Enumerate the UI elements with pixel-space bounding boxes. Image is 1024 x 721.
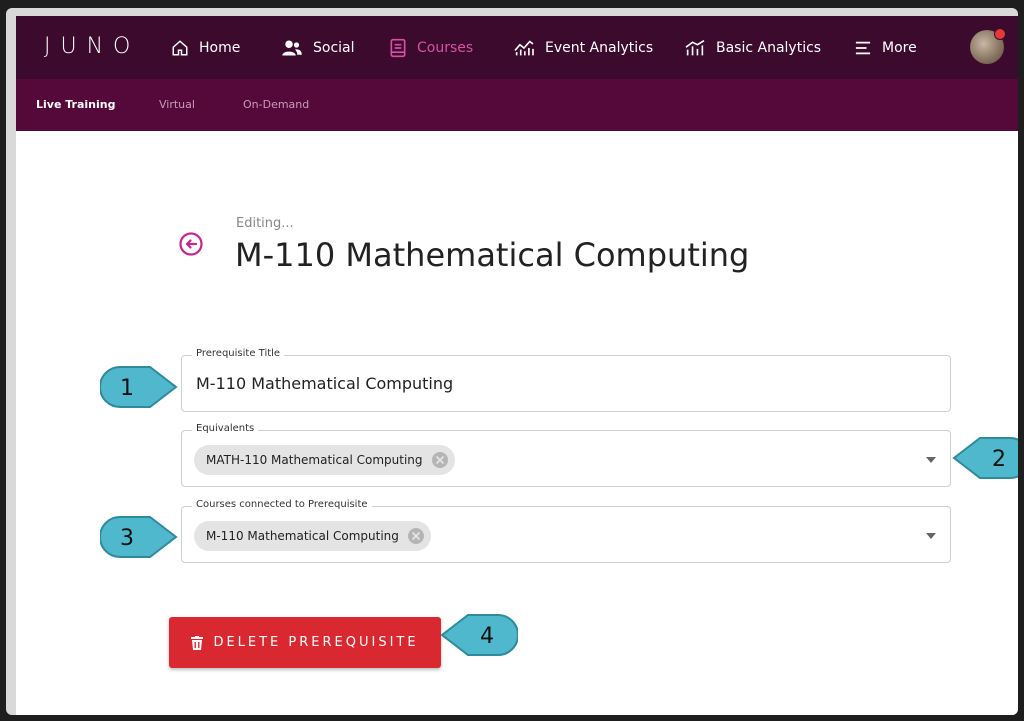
callout-4: 4	[440, 614, 518, 656]
nav-basic-analytics[interactable]: Basic Analytics	[684, 16, 821, 79]
prerequisite-title-label: Prerequisite Title	[192, 348, 285, 359]
prerequisite-title-field[interactable]: Prerequisite Title	[181, 348, 951, 412]
area-chart-icon	[514, 39, 534, 55]
subnav-live-training[interactable]: Live Training	[36, 98, 115, 111]
equivalents-label: Equivalents	[192, 423, 259, 434]
callout-1: 1	[100, 366, 178, 408]
connected-course-chip-label: M-110 Mathematical Computing	[206, 529, 399, 543]
nav-courses-label: Courses	[417, 39, 474, 56]
nav-more-label: More	[882, 39, 917, 56]
nav-more[interactable]: More	[854, 16, 917, 79]
equivalent-chip[interactable]: MATH-110 Mathematical Computing	[194, 445, 455, 475]
nav-social[interactable]: Social	[281, 16, 355, 79]
equivalent-chip-label: MATH-110 Mathematical Computing	[206, 453, 423, 467]
delete-button-label: DELETE PREREQUISITE	[213, 635, 419, 650]
book-icon	[390, 38, 406, 57]
nav-home[interactable]: Home	[171, 16, 240, 79]
prerequisite-title-input[interactable]	[196, 374, 896, 393]
top-nav: JUNO Home Social Courses Event Analytics…	[16, 16, 1018, 79]
delete-prerequisite-button[interactable]: DELETE PREREQUISITE	[169, 617, 441, 668]
nav-basic-analytics-label: Basic Analytics	[716, 39, 822, 56]
dropdown-arrow-icon[interactable]	[926, 457, 936, 463]
home-icon	[172, 39, 188, 55]
nav-social-label: Social	[313, 39, 355, 56]
callout-2-number: 2	[992, 447, 1006, 472]
nav-event-analytics[interactable]: Event Analytics	[513, 16, 653, 79]
subnav-virtual[interactable]: Virtual	[159, 98, 195, 111]
nav-event-analytics-label: Event Analytics	[545, 39, 654, 56]
callout-3-number: 3	[120, 526, 134, 551]
callout-1-number: 1	[120, 376, 134, 401]
chip-remove-icon[interactable]	[431, 451, 449, 469]
trash-icon	[191, 635, 204, 650]
sub-nav: Live Training Virtual On-Demand	[16, 79, 1018, 131]
people-icon	[282, 40, 302, 55]
editing-status: Editing...	[236, 216, 294, 231]
back-arrow-icon[interactable]	[178, 231, 204, 257]
screenshot-frame: JUNO Home Social Courses Event Analytics…	[6, 8, 1018, 715]
bar-chart-icon	[685, 39, 705, 55]
connected-course-chip[interactable]: M-110 Mathematical Computing	[194, 521, 431, 551]
callout-4-number: 4	[480, 624, 494, 649]
nav-home-label: Home	[199, 39, 241, 56]
connected-courses-label: Courses connected to Prerequisite	[192, 499, 372, 510]
nav-courses[interactable]: Courses	[389, 16, 473, 79]
equivalents-field[interactable]: Equivalents MATH-110 Mathematical Comput…	[181, 423, 951, 487]
notification-badge[interactable]	[994, 28, 1006, 40]
callout-3: 3	[100, 516, 178, 558]
menu-lines-icon	[855, 41, 871, 54]
callout-2: 2	[952, 437, 1018, 479]
dropdown-arrow-icon[interactable]	[926, 533, 936, 539]
connected-courses-field[interactable]: Courses connected to Prerequisite M-110 …	[181, 499, 951, 563]
page-title: M-110 Mathematical Computing	[235, 236, 750, 274]
chip-remove-icon[interactable]	[407, 527, 425, 545]
juno-logo[interactable]: JUNO	[44, 34, 140, 59]
subnav-on-demand[interactable]: On-Demand	[243, 98, 309, 111]
